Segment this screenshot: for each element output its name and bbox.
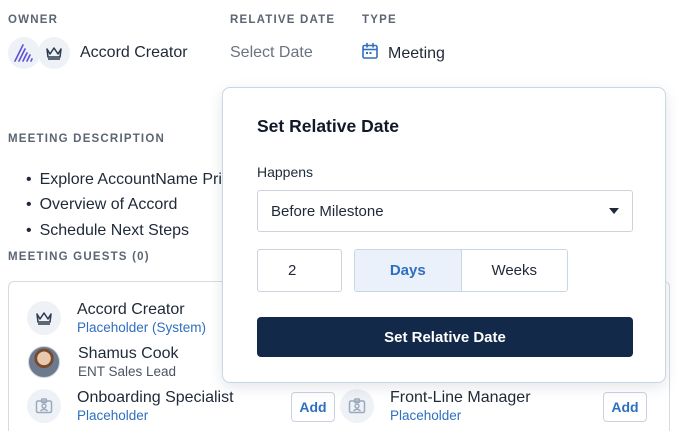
owner-name: Accord Creator xyxy=(80,44,188,61)
avatar xyxy=(28,346,60,378)
happens-label: Happens xyxy=(257,164,314,180)
type-label: TYPE xyxy=(362,14,397,26)
accord-logo-icon xyxy=(8,37,40,69)
add-front-line-manager-button[interactable]: Add xyxy=(603,392,647,422)
list-item: Overview of Accord xyxy=(26,193,222,219)
guest-name: Accord Creator xyxy=(77,301,185,318)
guest-front-line-manager: Front-Line Manager Placeholder xyxy=(340,388,531,424)
guest-shamus-cook: Shamus Cook ENT Sales Lead xyxy=(28,344,179,380)
owner-label: OWNER xyxy=(8,14,59,26)
meeting-description-label: MEETING DESCRIPTION xyxy=(8,133,165,145)
amount-input[interactable] xyxy=(257,249,342,292)
guest-onboarding-specialist: Onboarding Specialist Placeholder xyxy=(27,388,234,424)
type-value: Meeting xyxy=(388,44,445,62)
select-date-button[interactable]: Select Date xyxy=(230,44,313,62)
description-list: Explore AccountName Pri Overview of Acco… xyxy=(26,167,222,244)
guest-name: Front-Line Manager xyxy=(390,389,531,406)
guest-role: Placeholder (System) xyxy=(77,320,207,335)
set-relative-date-button[interactable]: Set Relative Date xyxy=(257,317,633,357)
id-badge-icon xyxy=(27,389,61,423)
unit-toggle: Days Weeks xyxy=(354,249,568,292)
crown-icon xyxy=(27,301,61,335)
weeks-option[interactable]: Weeks xyxy=(461,250,567,291)
list-item: Schedule Next Steps xyxy=(26,218,222,244)
list-item: Explore AccountName Pri xyxy=(26,167,222,193)
happens-value: Before Milestone xyxy=(271,202,384,220)
id-badge-icon xyxy=(340,389,374,423)
owner-field[interactable]: Accord Creator xyxy=(8,36,188,70)
calendar-icon xyxy=(361,42,379,65)
type-field[interactable]: Meeting xyxy=(361,42,445,65)
guest-accord-creator: Accord Creator Placeholder (System) xyxy=(27,300,206,336)
guest-role: Placeholder xyxy=(77,408,149,423)
happens-select[interactable]: Before Milestone xyxy=(257,190,633,232)
caret-down-icon xyxy=(609,208,619,214)
set-relative-date-popover: Set Relative Date Happens Before Milesto… xyxy=(222,87,666,383)
guest-name: Shamus Cook xyxy=(78,345,179,362)
meeting-guests-label: MEETING GUESTS (0) xyxy=(8,251,150,263)
popover-title: Set Relative Date xyxy=(257,116,400,136)
guest-role: ENT Sales Lead xyxy=(78,364,177,379)
relative-date-label: RELATIVE DATE xyxy=(230,14,336,26)
guest-name: Onboarding Specialist xyxy=(77,389,234,406)
guest-role: Placeholder xyxy=(390,408,462,423)
days-option[interactable]: Days xyxy=(355,250,462,291)
add-onboarding-specialist-button[interactable]: Add xyxy=(291,392,335,422)
crown-icon xyxy=(38,37,70,69)
